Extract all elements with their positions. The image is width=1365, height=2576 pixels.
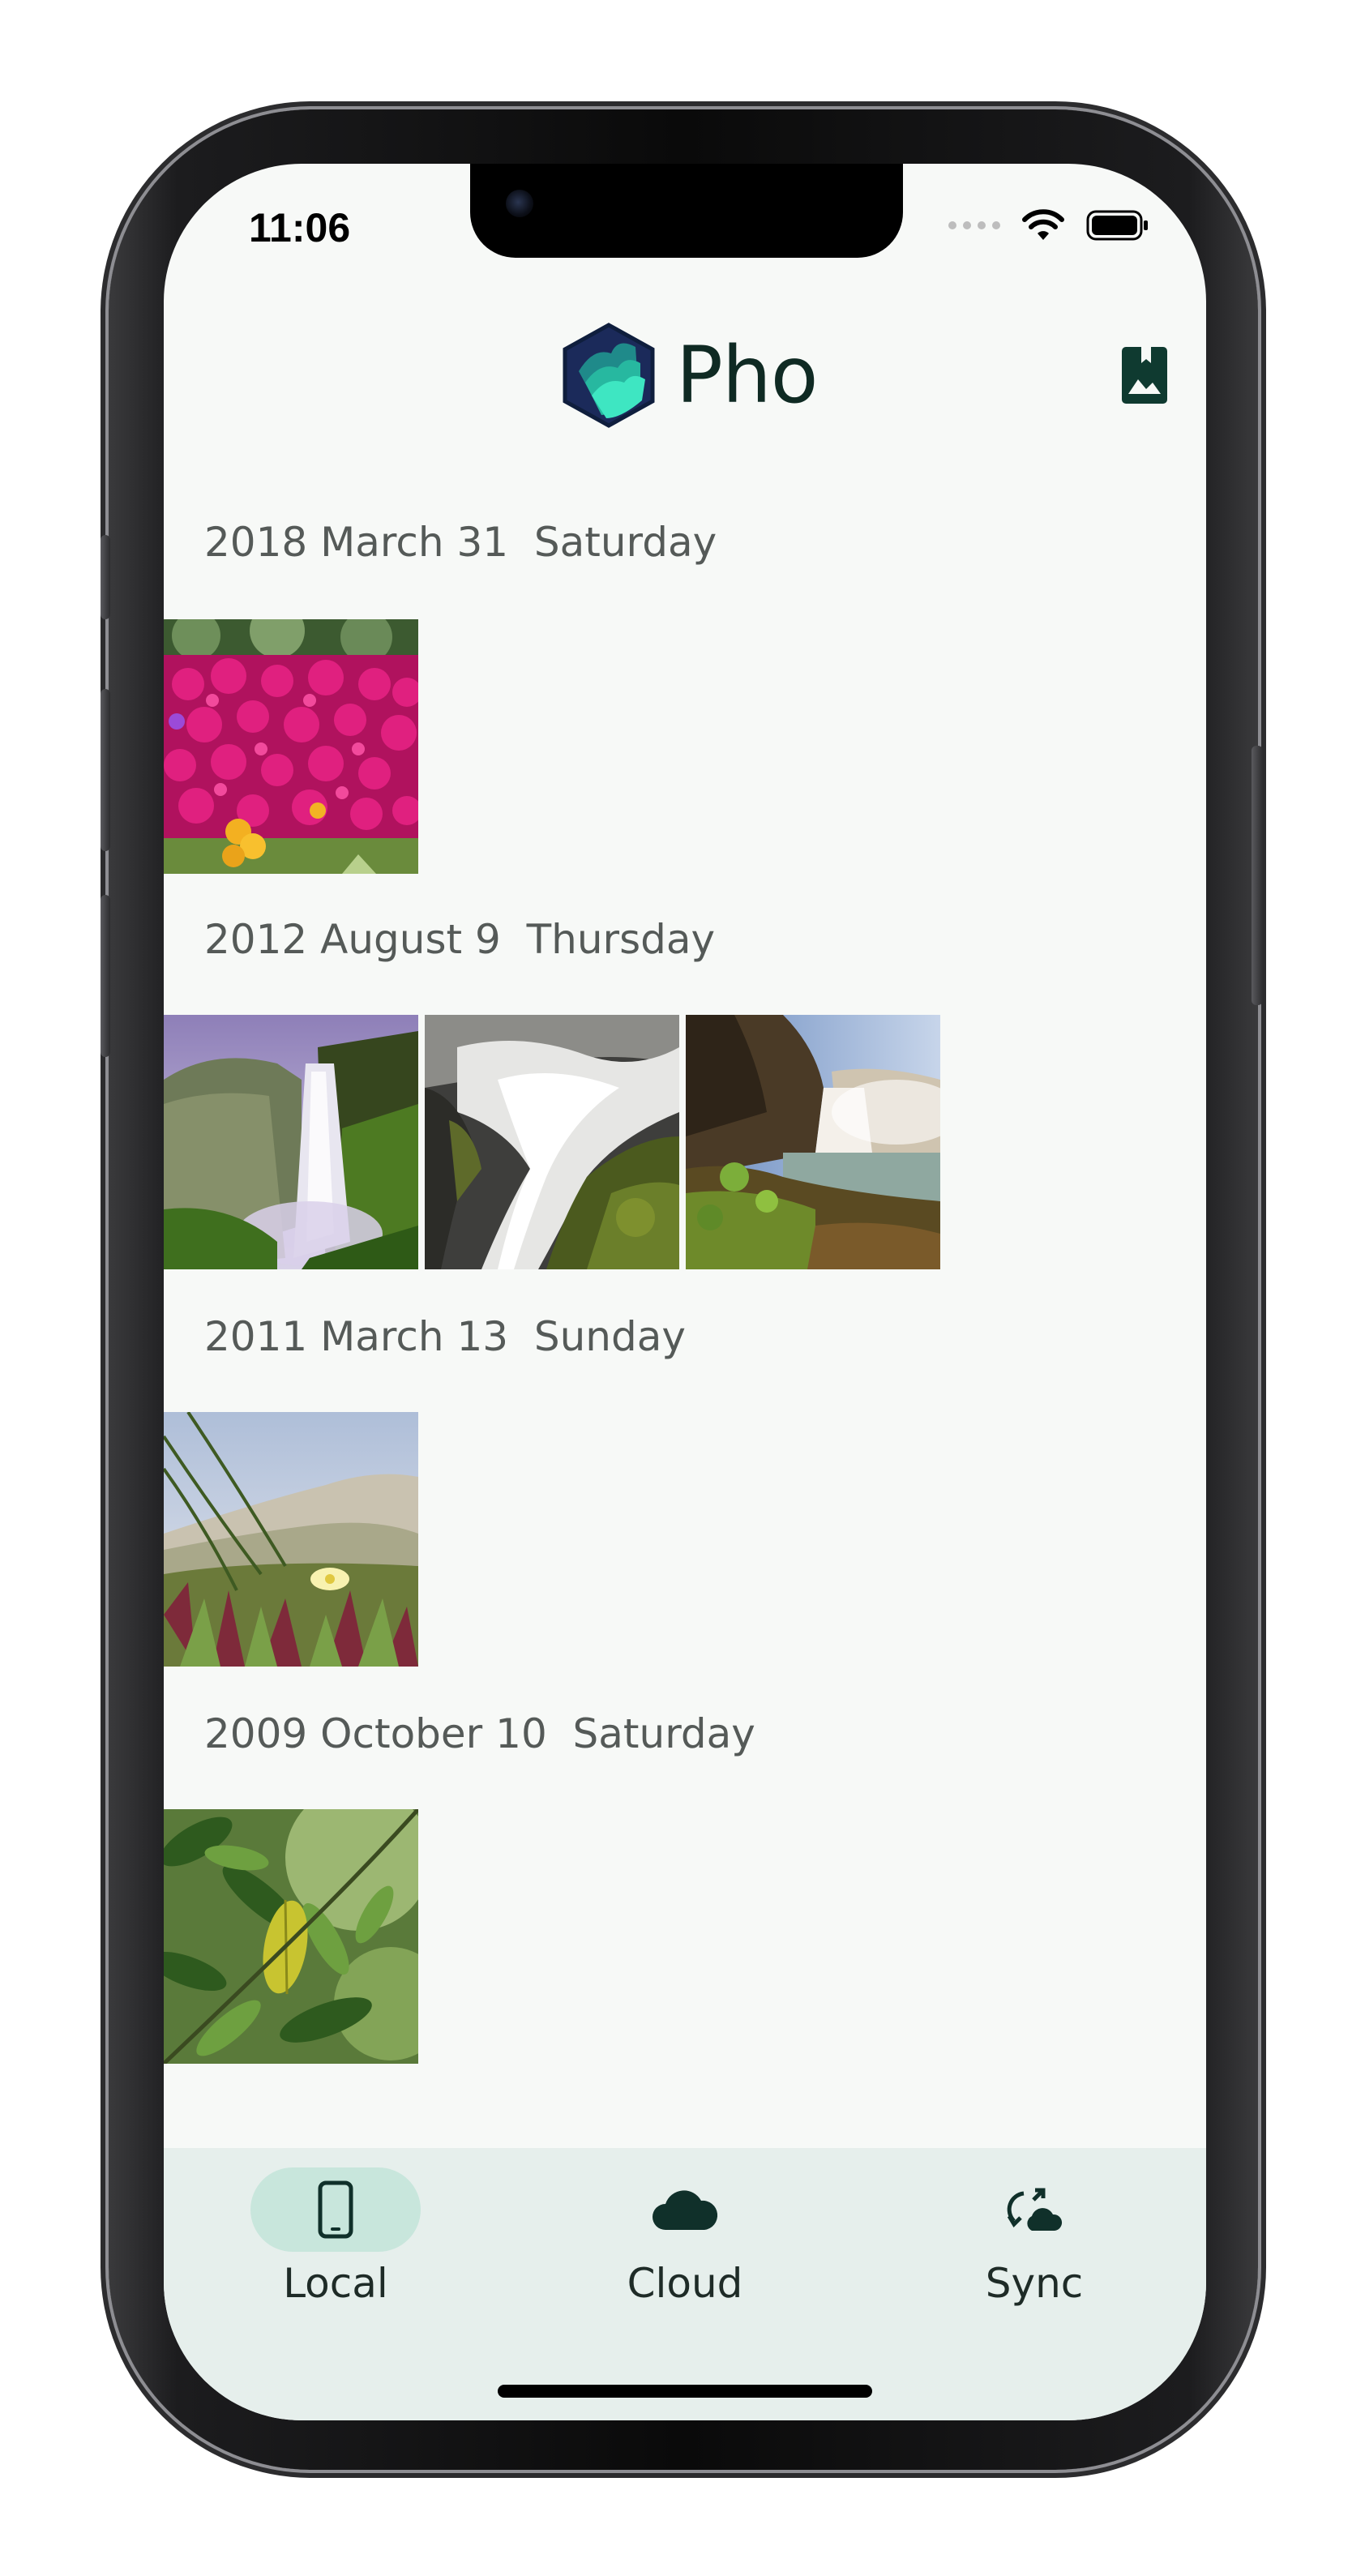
photo-row [164,619,418,874]
notch [470,164,903,258]
app-title: Pho [676,330,818,421]
date-header: 2009 October 10 Saturday [204,1710,755,1757]
nav-item-sync[interactable]: Sync [929,2167,1140,2330]
date-header: 2018 March 31 Saturday [204,519,717,566]
cloud-icon [653,2190,718,2230]
nav-item-local[interactable]: Local [230,2167,441,2330]
wifi-icon [1022,209,1064,240]
date-header: 2012 August 9 Thursday [204,916,716,963]
app-header: Pho [164,323,1206,436]
status-indicators [948,209,1149,242]
photo-thumbnail-waterfall-shore[interactable] [686,1015,940,1269]
photo-bookmark-button[interactable] [1122,347,1167,404]
nav-label-cloud: Cloud [627,2260,743,2307]
nav-label-local: Local [283,2260,388,2307]
nav-label-sync: Sync [985,2260,1084,2307]
photo-thumbnail-green-leaves[interactable] [164,1809,418,2064]
status-time: 11:06 [249,205,351,250]
silent-switch [101,535,110,619]
nav-icon-container [949,2167,1119,2252]
volume-up-button [101,689,110,851]
sync-cloud-icon [1007,2188,1063,2231]
date-header: 2011 March 13 Sunday [204,1313,686,1360]
photo-row [164,1809,418,2064]
nav-active-indicator [250,2167,421,2252]
phone-icon [318,2180,353,2239]
photo-row [164,1015,940,1269]
bottom-navigation: Local Cloud Sync [164,2148,1206,2420]
battery-icon [1086,210,1148,241]
home-indicator[interactable] [498,2385,872,2398]
photo-bookmark-icon [1122,347,1167,404]
front-camera [506,190,533,217]
photo-thumbnail-dune-plants[interactable] [164,1412,418,1667]
hexagon-layers-logo-icon [563,323,655,428]
nav-item-cloud[interactable]: Cloud [580,2167,790,2330]
screen: 11:06 Pho 2018 March 31 Saturday 2012 Au… [164,164,1206,2420]
photo-row [164,1412,418,1667]
volume-down-button [101,895,110,1057]
nav-icon-container [600,2167,770,2252]
cellular-signal-icon [948,221,1000,229]
photo-thumbnail-flowers[interactable] [164,619,418,874]
app-brand: Pho [561,323,818,428]
photo-thumbnail-waterfall-cliff[interactable] [164,1015,418,1269]
photo-thumbnail-waterfall-rocks[interactable] [425,1015,679,1269]
power-button [1252,746,1263,1005]
